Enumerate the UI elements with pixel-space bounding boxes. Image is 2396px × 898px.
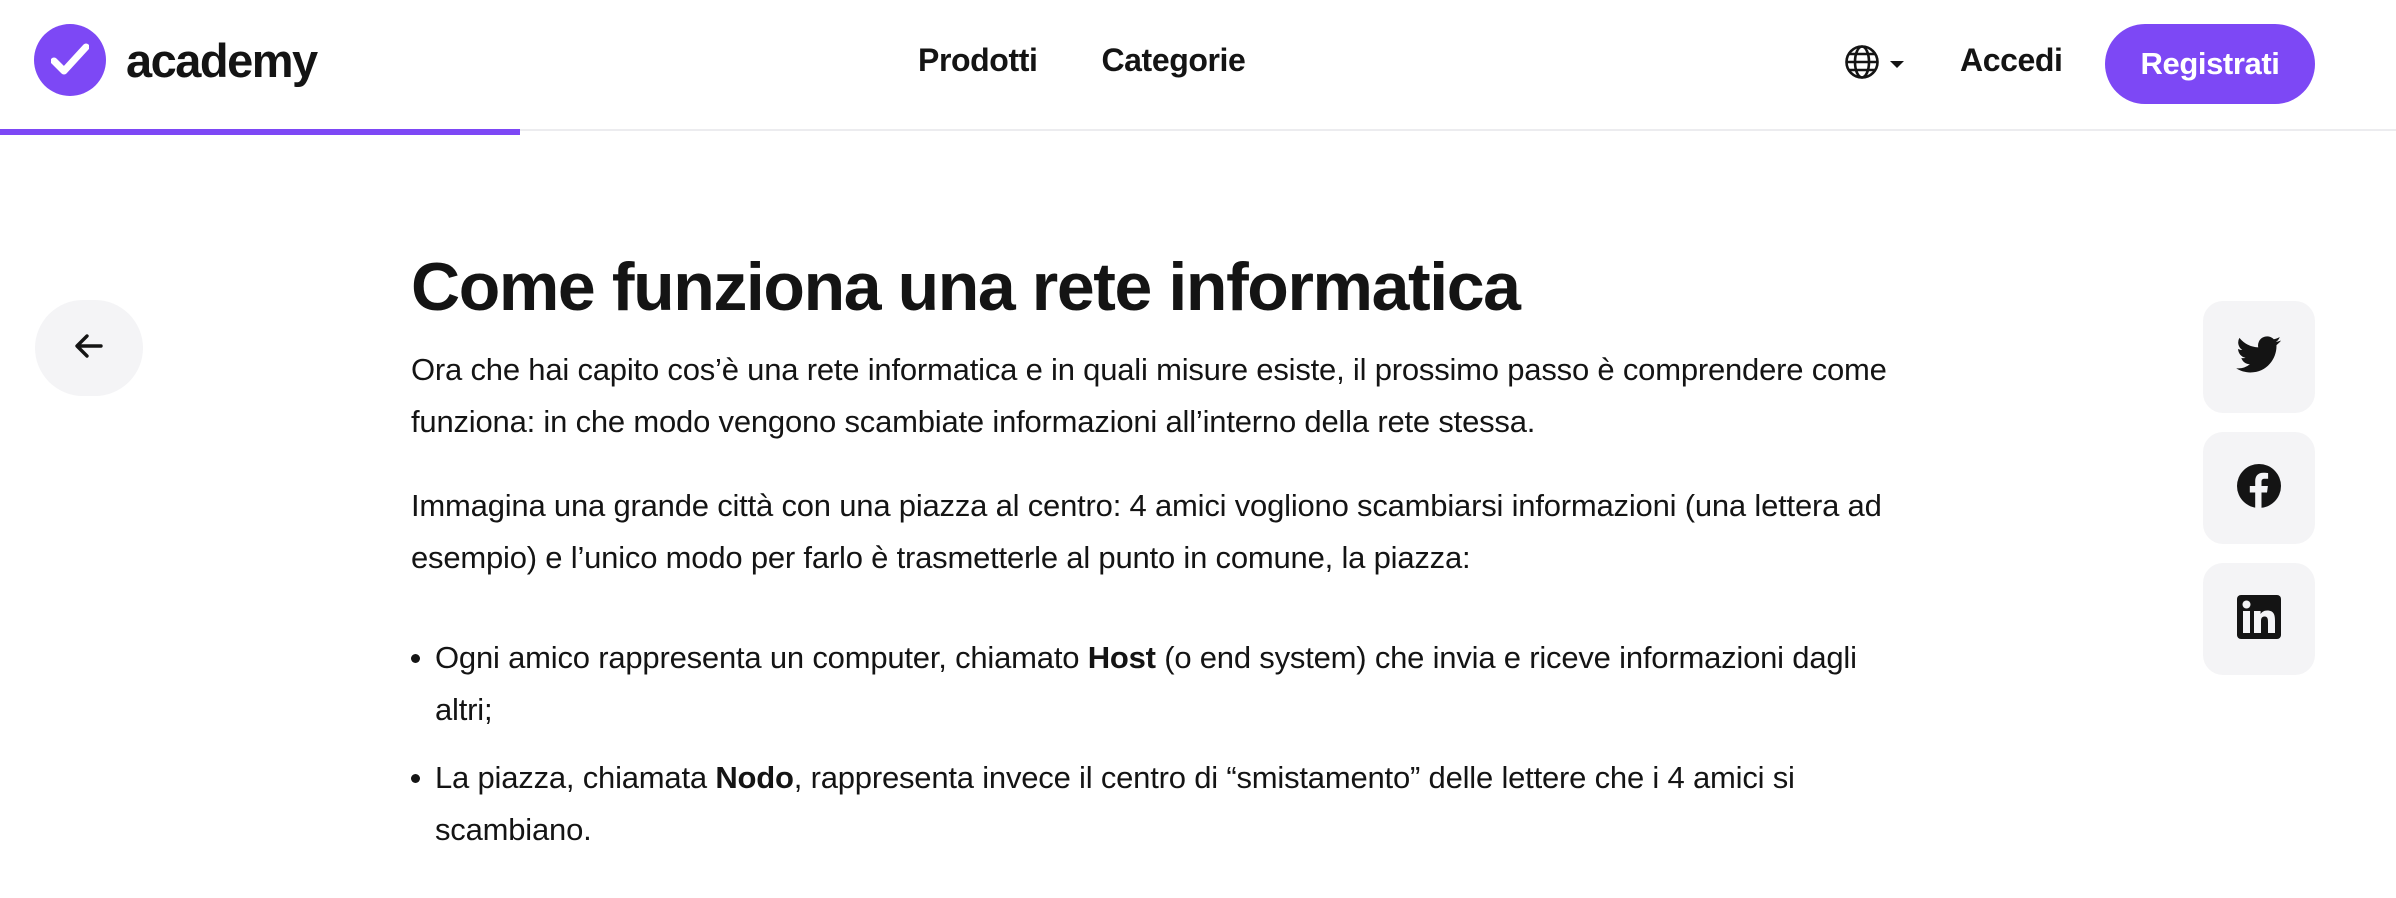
top-header: academy Prodotti Categorie Accedi Regist… (0, 0, 2396, 131)
list-item-text: Ogni amico rappresenta un computer, chia… (435, 640, 1088, 675)
list-item-nodo: La piazza, chiamata Nodo, rappresenta in… (411, 752, 1901, 856)
article-paragraph-2: Immagina una grande città con una piazza… (411, 488, 1882, 575)
term-nodo: Nodo (715, 760, 794, 795)
share-facebook-button[interactable] (2203, 432, 2315, 544)
term-host: Host (1087, 640, 1156, 675)
register-button[interactable]: Registrati (2105, 24, 2315, 104)
nav-categorie[interactable]: Categorie (1101, 42, 1245, 79)
share-twitter-button[interactable] (2203, 301, 2315, 413)
logo-text: academy (126, 33, 318, 87)
linkedin-icon (2237, 594, 2281, 644)
article: Come funziona una rete informatica Ora c… (411, 246, 1901, 872)
share-linkedin-button[interactable] (2203, 563, 2315, 675)
facebook-icon (2236, 463, 2282, 514)
twitter-icon (2236, 335, 2282, 379)
article-list: Ogni amico rappresenta un computer, chia… (411, 632, 1901, 856)
language-selector[interactable] (1844, 44, 1904, 85)
reading-progress-bar (0, 129, 2396, 135)
list-item-host: Ogni amico rappresenta un computer, chia… (411, 632, 1901, 736)
chevron-down-icon (1890, 61, 1904, 68)
article-title: Come funziona una rete informatica (411, 249, 1521, 325)
nav-prodotti[interactable]: Prodotti (918, 42, 1038, 79)
back-button[interactable] (35, 300, 143, 396)
globe-icon (1844, 44, 1880, 85)
arrow-left-icon (74, 332, 104, 365)
article-paragraph-1: Ora che hai capito cos’è una rete inform… (411, 352, 1887, 439)
login-link[interactable]: Accedi (1960, 42, 2063, 79)
academy-logo[interactable]: academy (34, 24, 318, 96)
reading-progress-fill (0, 129, 520, 135)
checkmark-logo-icon (34, 24, 106, 96)
main-nav: Prodotti Categorie (918, 42, 1246, 79)
list-item-text: La piazza, chiamata (435, 760, 716, 795)
